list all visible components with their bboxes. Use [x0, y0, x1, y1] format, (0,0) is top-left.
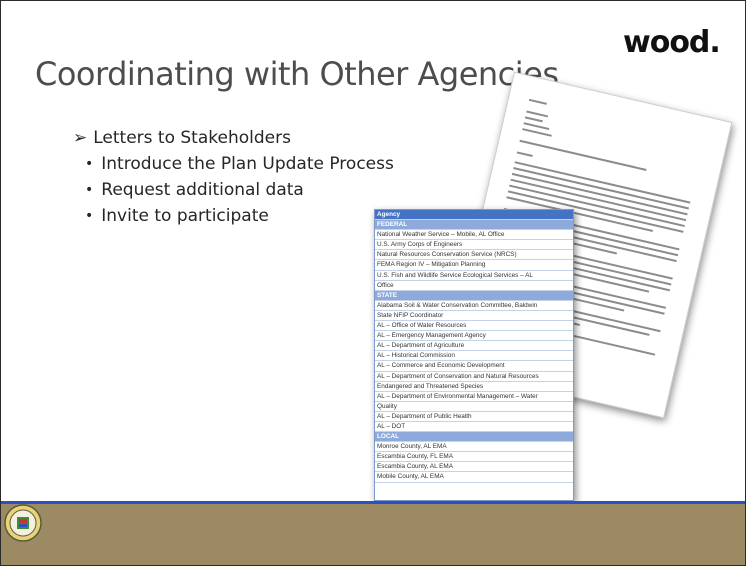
- table-row: Mobile County, AL EMA: [375, 472, 573, 483]
- bullet-sub-3: • Invite to participate: [85, 203, 394, 229]
- agency-table: Agency FEDERAL National Weather Service –…: [374, 209, 574, 501]
- bullet-list: ➢ Letters to Stakeholders • Introduce th…: [73, 125, 394, 229]
- dot-bullet-icon: •: [85, 156, 94, 172]
- slide-title: Coordinating with Other Agencies: [35, 55, 559, 93]
- bullet-sub-1: • Introduce the Plan Update Process: [85, 151, 394, 177]
- bullet-main-text: Letters to Stakeholders: [93, 128, 291, 148]
- bullet-main: ➢ Letters to Stakeholders: [73, 125, 394, 151]
- bullet-sub-2: • Request additional data: [85, 177, 394, 203]
- table-row: AL – Emergency Management Agency: [375, 331, 573, 342]
- bullet-sub-text: Request additional data: [101, 180, 304, 200]
- logo-text: wood: [623, 25, 710, 60]
- table-row: AL – Department of Agriculture: [375, 341, 573, 352]
- table-row: Escambia County, AL EMA: [375, 462, 573, 473]
- table-row: Office: [375, 281, 573, 291]
- table-row: Natural Resources Conservation Service (…: [375, 250, 573, 261]
- logo-dot: .: [709, 25, 720, 60]
- slide: wood. Coordinating with Other Agencies ➢…: [0, 0, 746, 566]
- table-row: AL – Commerce and Economic Development: [375, 361, 573, 372]
- table-row: AL – DOT: [375, 422, 573, 433]
- table-row: FEMA Region IV – Mitigation Planning: [375, 260, 573, 271]
- table-row: AL – Historical Commission: [375, 351, 573, 362]
- table-section-row: LOCAL: [375, 432, 573, 443]
- table-section-row: STATE: [375, 290, 573, 301]
- table-row: U.S. Army Corps of Engineers: [375, 240, 573, 251]
- footer-bar: [1, 501, 745, 565]
- table-row: Monroe County, AL EMA: [375, 442, 573, 453]
- bullet-sub-text: Invite to participate: [101, 206, 269, 226]
- table-section-row: FEDERAL: [375, 220, 573, 231]
- table-row: Endangered and Threatened Species: [375, 382, 573, 392]
- table-row: AL – Office of Water Resources: [375, 321, 573, 332]
- table-row: Quality: [375, 402, 573, 412]
- table-row: AL – Department of Public Health: [375, 412, 573, 422]
- arrow-bullet-icon: ➢: [73, 128, 88, 148]
- county-seal-icon: [4, 504, 42, 542]
- dot-bullet-icon: •: [85, 208, 94, 224]
- table-row: AL – Department of Conservation and Natu…: [375, 372, 573, 382]
- table-header: Agency: [375, 210, 573, 221]
- table-body: FEDERAL National Weather Service – Mobile…: [375, 220, 573, 483]
- bullet-sub-text: Introduce the Plan Update Process: [101, 154, 394, 174]
- table-row: AL – Department of Environmental Managem…: [375, 392, 573, 402]
- table-row: Alabama Soil & Water Conservation Commit…: [375, 301, 573, 311]
- table-row: U.S. Fish and Wildlife Service Ecologica…: [375, 271, 573, 281]
- table-row: Escambia County, FL EMA: [375, 452, 573, 463]
- dot-bullet-icon: •: [85, 182, 94, 198]
- table-row: State NFIP Coordinator: [375, 311, 573, 322]
- wood-logo: wood.: [623, 25, 721, 60]
- table-row: National Weather Service – Mobile, AL Of…: [375, 230, 573, 241]
